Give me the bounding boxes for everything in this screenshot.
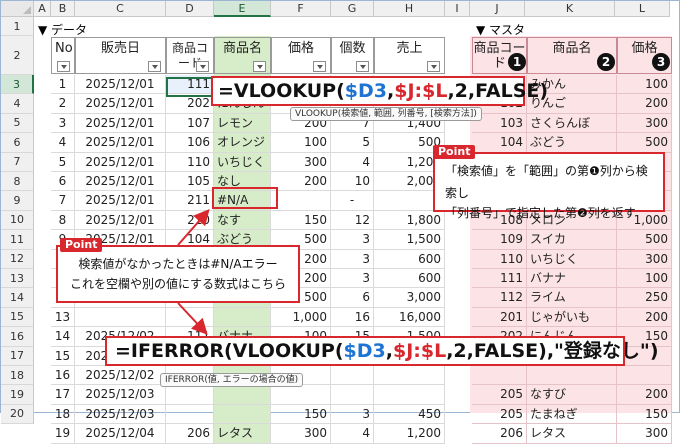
data-cell-price[interactable]: 300 — [271, 424, 331, 444]
master-cell-price[interactable]: 300 — [617, 424, 672, 444]
arrow-to-iferror — [177, 302, 208, 335]
data-cell-no[interactable]: 19 — [51, 424, 75, 444]
data-cell-qty[interactable]: 4 — [331, 424, 374, 444]
data-cell-date[interactable]: 2025/12/04 — [75, 424, 166, 444]
data-cell-code[interactable]: 206 — [166, 424, 214, 444]
callout-arrows — [177, 208, 210, 335]
master-cell-name[interactable]: レタス — [527, 424, 617, 444]
arrow-to-na — [177, 208, 210, 246]
master-cell-code[interactable]: 206 — [472, 424, 527, 444]
data-cell-name[interactable]: レタス — [214, 424, 271, 444]
data-cell-sales[interactable]: 1,200 — [374, 424, 445, 444]
